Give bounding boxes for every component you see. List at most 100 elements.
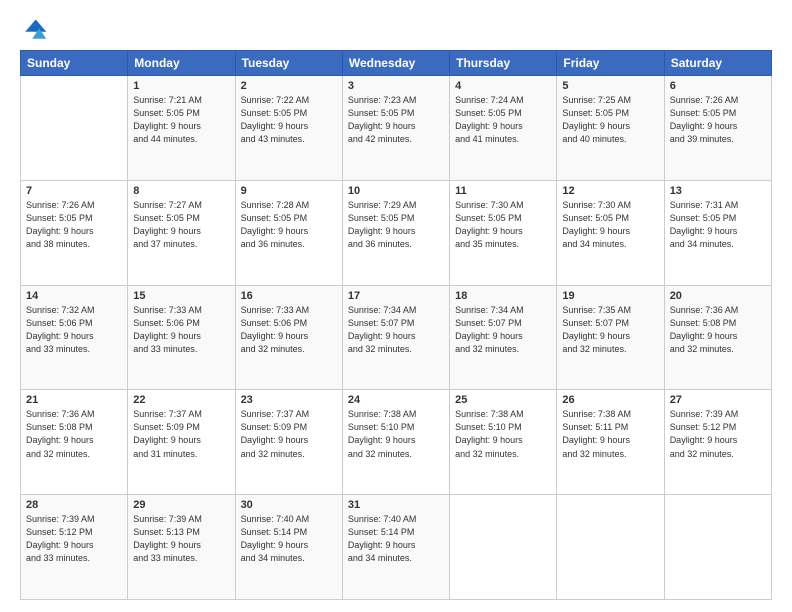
calendar-cell: 26Sunrise: 7:38 AM Sunset: 5:11 PM Dayli… bbox=[557, 390, 664, 495]
day-number: 24 bbox=[348, 394, 444, 406]
day-number: 16 bbox=[241, 290, 337, 302]
day-number: 3 bbox=[348, 80, 444, 92]
day-number: 11 bbox=[455, 185, 551, 197]
calendar-table: SundayMondayTuesdayWednesdayThursdayFrid… bbox=[20, 50, 772, 600]
calendar-cell: 21 Sunrise: 7:36 AM Sunset: 5:08 PM Dayli… bbox=[21, 390, 128, 495]
day-number: 18 bbox=[455, 290, 551, 302]
calendar-header-thursday: Thursday bbox=[450, 51, 557, 76]
calendar-cell: 2 Sunrise: 7:22 AM Sunset: 5:05 PM Daylig… bbox=[235, 76, 342, 181]
day-info: Sunrise: 7:36 AM Sunset: 5:08 PM Dayligh… bbox=[26, 408, 122, 460]
calendar-cell bbox=[557, 495, 664, 600]
day-info: Sunrise: 7:38 AM Sunset: 5:10 PM Dayligh… bbox=[348, 408, 444, 460]
day-number: 6 bbox=[670, 80, 766, 92]
day-number: 10 bbox=[348, 185, 444, 197]
calendar-cell: 3 Sunrise: 7:23 AM Sunset: 5:05 PM Daylig… bbox=[342, 76, 449, 181]
calendar-cell: 17 Sunrise: 7:34 AM Sunset: 5:07 PM Dayli… bbox=[342, 285, 449, 390]
day-info: Sunrise: 7:37 AM Sunset: 5:09 PM Dayligh… bbox=[133, 408, 229, 460]
calendar-week-2: 7 Sunrise: 7:26 AM Sunset: 5:05 PM Daylig… bbox=[21, 180, 772, 285]
day-info: Sunrise: 7:26 AM Sunset: 5:05 PM Dayligh… bbox=[26, 199, 122, 251]
calendar-cell: 12 Sunrise: 7:30 AM Sunset: 5:05 PM Dayli… bbox=[557, 180, 664, 285]
day-number: 2 bbox=[241, 80, 337, 92]
calendar-cell: 18 Sunrise: 7:34 AM Sunset: 5:07 PM Dayli… bbox=[450, 285, 557, 390]
day-number: 17 bbox=[348, 290, 444, 302]
day-info: Sunrise: 7:32 AM Sunset: 5:06 PM Dayligh… bbox=[26, 304, 122, 356]
day-number: 28 bbox=[26, 499, 122, 511]
calendar-cell: 19 Sunrise: 7:35 AM Sunset: 5:07 PM Dayli… bbox=[557, 285, 664, 390]
day-info: Sunrise: 7:22 AM Sunset: 5:05 PM Dayligh… bbox=[241, 94, 337, 146]
day-number: 22 bbox=[133, 394, 229, 406]
day-number: 15 bbox=[133, 290, 229, 302]
calendar-header-row: SundayMondayTuesdayWednesdayThursdayFrid… bbox=[21, 51, 772, 76]
calendar-header-friday: Friday bbox=[557, 51, 664, 76]
calendar-cell: 16 Sunrise: 7:33 AM Sunset: 5:06 PM Dayli… bbox=[235, 285, 342, 390]
day-info: Sunrise: 7:36 AM Sunset: 5:08 PM Dayligh… bbox=[670, 304, 766, 356]
day-number: 5 bbox=[562, 80, 658, 92]
day-info: Sunrise: 7:33 AM Sunset: 5:06 PM Dayligh… bbox=[241, 304, 337, 356]
page: SundayMondayTuesdayWednesdayThursdayFrid… bbox=[0, 0, 792, 612]
calendar-cell: 15 Sunrise: 7:33 AM Sunset: 5:06 PM Dayli… bbox=[128, 285, 235, 390]
day-number: 20 bbox=[670, 290, 766, 302]
day-number: 21 bbox=[26, 394, 122, 406]
day-info: Sunrise: 7:38 AM Sunset: 5:11 PM Dayligh… bbox=[562, 408, 658, 460]
day-info: Sunrise: 7:30 AM Sunset: 5:05 PM Dayligh… bbox=[455, 199, 551, 251]
calendar-cell: 30 Sunrise: 7:40 AM Sunset: 5:14 PM Dayli… bbox=[235, 495, 342, 600]
calendar-cell: 4 Sunrise: 7:24 AM Sunset: 5:05 PM Daylig… bbox=[450, 76, 557, 181]
day-info: Sunrise: 7:28 AM Sunset: 5:05 PM Dayligh… bbox=[241, 199, 337, 251]
calendar-cell: 13 Sunrise: 7:31 AM Sunset: 5:05 PM Dayli… bbox=[664, 180, 771, 285]
logo bbox=[20, 16, 52, 44]
day-number: 14 bbox=[26, 290, 122, 302]
day-number: 9 bbox=[241, 185, 337, 197]
day-number: 4 bbox=[455, 80, 551, 92]
day-number: 27 bbox=[670, 394, 766, 406]
day-info: Sunrise: 7:30 AM Sunset: 5:05 PM Dayligh… bbox=[562, 199, 658, 251]
day-info: Sunrise: 7:39 AM Sunset: 5:12 PM Dayligh… bbox=[26, 513, 122, 565]
day-info: Sunrise: 7:39 AM Sunset: 5:12 PM Dayligh… bbox=[670, 408, 766, 460]
day-info: Sunrise: 7:40 AM Sunset: 5:14 PM Dayligh… bbox=[241, 513, 337, 565]
day-number: 13 bbox=[670, 185, 766, 197]
calendar-cell: 7 Sunrise: 7:26 AM Sunset: 5:05 PM Daylig… bbox=[21, 180, 128, 285]
day-number: 1 bbox=[133, 80, 229, 92]
day-info: Sunrise: 7:35 AM Sunset: 5:07 PM Dayligh… bbox=[562, 304, 658, 356]
calendar-header-saturday: Saturday bbox=[664, 51, 771, 76]
calendar-cell: 22 Sunrise: 7:37 AM Sunset: 5:09 PM Dayli… bbox=[128, 390, 235, 495]
day-info: Sunrise: 7:29 AM Sunset: 5:05 PM Dayligh… bbox=[348, 199, 444, 251]
day-info: Sunrise: 7:31 AM Sunset: 5:05 PM Dayligh… bbox=[670, 199, 766, 251]
day-number: 12 bbox=[562, 185, 658, 197]
day-info: Sunrise: 7:24 AM Sunset: 5:05 PM Dayligh… bbox=[455, 94, 551, 146]
calendar-cell: 25Sunrise: 7:38 AM Sunset: 5:10 PM Dayli… bbox=[450, 390, 557, 495]
calendar-week-4: 21 Sunrise: 7:36 AM Sunset: 5:08 PM Dayli… bbox=[21, 390, 772, 495]
day-number: 19 bbox=[562, 290, 658, 302]
calendar-cell: 28 Sunrise: 7:39 AM Sunset: 5:12 PM Dayli… bbox=[21, 495, 128, 600]
day-number: 30 bbox=[241, 499, 337, 511]
calendar-cell bbox=[450, 495, 557, 600]
calendar-cell: 6Sunrise: 7:26 AM Sunset: 5:05 PM Daylig… bbox=[664, 76, 771, 181]
day-number: 23 bbox=[241, 394, 337, 406]
calendar-cell: 29Sunrise: 7:39 AM Sunset: 5:13 PM Dayli… bbox=[128, 495, 235, 600]
calendar-header-monday: Monday bbox=[128, 51, 235, 76]
calendar-cell: 14 Sunrise: 7:32 AM Sunset: 5:06 PM Dayli… bbox=[21, 285, 128, 390]
day-info: Sunrise: 7:34 AM Sunset: 5:07 PM Dayligh… bbox=[455, 304, 551, 356]
calendar-week-1: 1Sunrise: 7:21 AM Sunset: 5:05 PM Daylig… bbox=[21, 76, 772, 181]
logo-icon bbox=[20, 16, 48, 44]
calendar-cell: 24 Sunrise: 7:38 AM Sunset: 5:10 PM Dayli… bbox=[342, 390, 449, 495]
calendar-cell: 5 Sunrise: 7:25 AM Sunset: 5:05 PM Daylig… bbox=[557, 76, 664, 181]
calendar-header-wednesday: Wednesday bbox=[342, 51, 449, 76]
day-info: Sunrise: 7:25 AM Sunset: 5:05 PM Dayligh… bbox=[562, 94, 658, 146]
day-info: Sunrise: 7:33 AM Sunset: 5:06 PM Dayligh… bbox=[133, 304, 229, 356]
day-number: 31 bbox=[348, 499, 444, 511]
day-info: Sunrise: 7:38 AM Sunset: 5:10 PM Dayligh… bbox=[455, 408, 551, 460]
day-number: 29 bbox=[133, 499, 229, 511]
calendar-cell: 10 Sunrise: 7:29 AM Sunset: 5:05 PM Dayli… bbox=[342, 180, 449, 285]
calendar-cell: 31Sunrise: 7:40 AM Sunset: 5:14 PM Dayli… bbox=[342, 495, 449, 600]
day-number: 7 bbox=[26, 185, 122, 197]
calendar-week-3: 14 Sunrise: 7:32 AM Sunset: 5:06 PM Dayli… bbox=[21, 285, 772, 390]
calendar-header-sunday: Sunday bbox=[21, 51, 128, 76]
calendar-header-tuesday: Tuesday bbox=[235, 51, 342, 76]
calendar-cell: 8Sunrise: 7:27 AM Sunset: 5:05 PM Daylig… bbox=[128, 180, 235, 285]
calendar-cell: 23Sunrise: 7:37 AM Sunset: 5:09 PM Dayli… bbox=[235, 390, 342, 495]
day-info: Sunrise: 7:23 AM Sunset: 5:05 PM Dayligh… bbox=[348, 94, 444, 146]
calendar-cell bbox=[664, 495, 771, 600]
day-info: Sunrise: 7:27 AM Sunset: 5:05 PM Dayligh… bbox=[133, 199, 229, 251]
calendar-cell: 1Sunrise: 7:21 AM Sunset: 5:05 PM Daylig… bbox=[128, 76, 235, 181]
day-info: Sunrise: 7:34 AM Sunset: 5:07 PM Dayligh… bbox=[348, 304, 444, 356]
